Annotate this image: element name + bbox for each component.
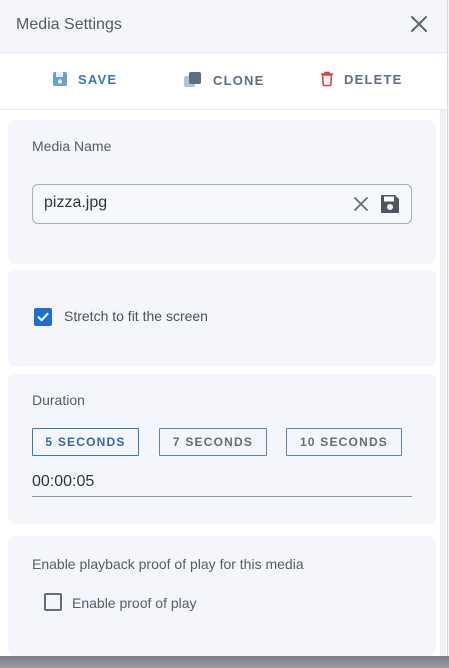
delete-button[interactable]: DELETE	[320, 71, 402, 87]
panel-title: Media Settings	[16, 16, 122, 33]
media-name-card: Media Name	[8, 120, 436, 264]
duration-7-seconds-button[interactable]: 7 SECONDS	[159, 428, 267, 456]
duration-label: Duration	[32, 392, 85, 408]
delete-label: DELETE	[344, 71, 403, 87]
toolbar: SAVE CLONE DELETE	[0, 53, 447, 110]
clone-label: CLONE	[213, 72, 265, 88]
stretch-card: Stretch to fit the screen	[8, 270, 436, 366]
clone-button[interactable]: CLONE	[183, 71, 265, 89]
media-settings-panel: Media Settings SAVE CLONE DELETE Media N…	[0, 0, 448, 656]
close-icon[interactable]	[407, 12, 431, 36]
duration-input[interactable]	[32, 472, 332, 492]
proof-of-play-label: Enable proof of play	[72, 595, 197, 611]
duration-5-seconds-button[interactable]: 5 SECONDS	[32, 428, 139, 456]
media-name-field[interactable]	[32, 184, 412, 224]
save-name-icon[interactable]	[379, 193, 401, 215]
save-label: SAVE	[78, 71, 118, 87]
duration-field[interactable]	[32, 468, 412, 497]
media-name-label: Media Name	[32, 138, 112, 154]
clone-icon	[184, 72, 201, 87]
proof-of-play-section-label: Enable playback proof of play for this m…	[32, 556, 304, 572]
save-button[interactable]: SAVE	[52, 71, 117, 87]
stretch-checkbox[interactable]	[34, 308, 52, 326]
stretch-label: Stretch to fit the screen	[64, 308, 208, 324]
bottom-backdrop	[0, 656, 449, 668]
proof-of-play-checkbox[interactable]	[44, 593, 62, 611]
scrollbar[interactable]	[440, 110, 446, 656]
duration-10-seconds-button[interactable]: 10 SECONDS	[286, 428, 402, 456]
floppy-disk-icon	[53, 72, 67, 86]
settings-scroll-area: Media Name Stretch to fit the	[0, 110, 447, 656]
proof-of-play-card: Enable playback proof of play for this m…	[8, 536, 436, 656]
panel-header: Media Settings	[0, 0, 447, 53]
duration-card: Duration 5 SECONDS 7 SECONDS 10 SECONDS	[8, 374, 436, 524]
media-name-input[interactable]	[44, 193, 344, 213]
trash-icon	[321, 71, 333, 87]
clear-icon[interactable]	[351, 194, 371, 214]
